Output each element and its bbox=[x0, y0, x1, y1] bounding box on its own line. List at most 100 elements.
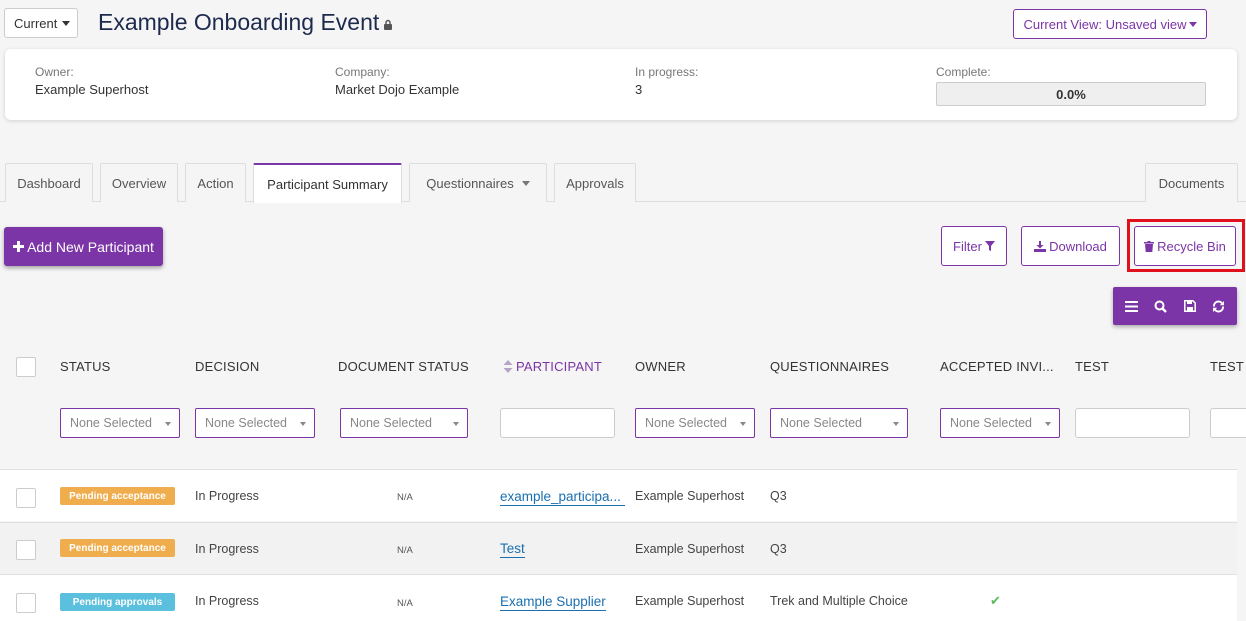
column-header-status[interactable]: STATUS bbox=[60, 359, 111, 374]
plus-icon bbox=[13, 241, 25, 252]
event-summary-card: Owner: Example Superhost Company: Market… bbox=[5, 49, 1237, 120]
sort-icon bbox=[503, 360, 513, 373]
participant-link[interactable]: Test bbox=[500, 541, 525, 558]
tab-participant-summary[interactable]: Participant Summary bbox=[253, 163, 402, 203]
tab-overview[interactable]: Overview bbox=[100, 163, 178, 202]
filter-button[interactable]: Filter bbox=[941, 226, 1007, 266]
chevron-down-icon bbox=[165, 422, 171, 426]
participant-filter-input[interactable] bbox=[500, 408, 615, 438]
column-header-test[interactable]: TEST bbox=[1075, 359, 1109, 374]
filter-placeholder: None Selected bbox=[70, 416, 153, 430]
lock-icon bbox=[384, 19, 393, 30]
column-header-accepted-invitation[interactable]: ACCEPTED INVI... bbox=[940, 359, 1054, 374]
complete-progress-bar: 0.0% bbox=[936, 82, 1206, 106]
document-status-cell: N/A bbox=[397, 598, 413, 609]
participant-link[interactable]: Example Supplier bbox=[500, 594, 606, 611]
current-view-label: Current View: Unsaved view bbox=[1023, 16, 1187, 32]
filter-label: Filter bbox=[953, 238, 982, 254]
tab-label: Approvals bbox=[566, 175, 624, 191]
chevron-down-icon bbox=[453, 422, 459, 426]
status-badge: Pending acceptance bbox=[60, 539, 175, 557]
column-header-decision[interactable]: DECISION bbox=[195, 359, 259, 374]
event-title: Example Onboarding Event bbox=[98, 9, 380, 35]
tab-action[interactable]: Action bbox=[185, 163, 246, 202]
tab-approvals[interactable]: Approvals bbox=[554, 163, 636, 202]
row-checkbox[interactable] bbox=[16, 540, 36, 560]
chevron-down-icon bbox=[1045, 422, 1051, 426]
owner-label: Owner: bbox=[35, 65, 74, 79]
table-row[interactable]: Pending acceptance In Progress N/A examp… bbox=[0, 469, 1237, 521]
questionnaires-cell: Q3 bbox=[770, 542, 787, 556]
table-row[interactable]: Pending acceptance In Progress N/A Test … bbox=[0, 522, 1237, 574]
participant-link[interactable]: example_participa... bbox=[500, 489, 625, 506]
tab-documents[interactable]: Documents bbox=[1145, 163, 1238, 202]
questionnaires-cell: Trek and Multiple Choice bbox=[770, 594, 908, 608]
download-button[interactable]: Download bbox=[1021, 226, 1120, 266]
owner-cell: Example Superhost bbox=[635, 594, 745, 608]
save-icon[interactable] bbox=[1178, 294, 1202, 318]
complete-summary: Complete: 0.0% bbox=[936, 65, 1206, 106]
add-participant-button[interactable]: Add New Participant bbox=[4, 227, 163, 266]
document-status-cell: N/A bbox=[397, 492, 413, 503]
company-label: Company: bbox=[335, 65, 390, 79]
column-header-owner[interactable]: OWNER bbox=[635, 359, 686, 374]
in-progress-value: 3 bbox=[635, 82, 643, 97]
menu-icon[interactable] bbox=[1120, 294, 1144, 318]
status-filter-dropdown[interactable]: None Selected bbox=[60, 408, 180, 438]
filter-placeholder: None Selected bbox=[350, 416, 433, 430]
grid-toolbar bbox=[1113, 287, 1237, 325]
search-icon[interactable] bbox=[1149, 294, 1173, 318]
filter-placeholder: None Selected bbox=[205, 416, 288, 430]
status-badge: Pending acceptance bbox=[60, 487, 175, 505]
column-header-document-status[interactable]: DOCUMENT STATUS bbox=[338, 359, 469, 374]
owner-cell: Example Superhost bbox=[635, 542, 745, 556]
tab-label: Dashboard bbox=[17, 175, 81, 191]
accepted-invitation-filter-dropdown[interactable]: None Selected bbox=[940, 408, 1060, 438]
in-progress-label: In progress: bbox=[635, 65, 699, 79]
filter-icon bbox=[984, 241, 995, 251]
questionnaires-filter-dropdown[interactable]: None Selected bbox=[770, 408, 908, 438]
in-progress-summary: In progress: 3 bbox=[635, 65, 698, 97]
recycle-bin-highlight bbox=[1127, 219, 1245, 272]
add-participant-label: Add New Participant bbox=[27, 238, 154, 255]
complete-value: 0.0% bbox=[1056, 86, 1086, 102]
tab-questionnaires[interactable]: Questionnaires bbox=[409, 163, 547, 202]
complete-label: Complete: bbox=[936, 65, 991, 79]
row-checkbox[interactable] bbox=[16, 488, 36, 508]
column-header-label: PARTICIPANT bbox=[516, 359, 602, 374]
column-header-questionnaires[interactable]: QUESTIONNAIRES bbox=[770, 359, 889, 374]
chevron-down-icon bbox=[740, 422, 746, 426]
filter-placeholder: None Selected bbox=[780, 416, 863, 430]
select-all-checkbox[interactable] bbox=[16, 357, 36, 377]
column-header-participant[interactable]: PARTICIPANT bbox=[503, 359, 602, 374]
company-value: Market Dojo Example bbox=[335, 82, 460, 97]
row-checkbox[interactable] bbox=[16, 593, 36, 613]
column-header-test-2[interactable]: TEST bbox=[1210, 359, 1244, 374]
tab-label: Overview bbox=[111, 175, 167, 191]
owner-value: Example Superhost bbox=[35, 82, 149, 97]
decision-filter-dropdown[interactable]: None Selected bbox=[195, 408, 315, 438]
owner-summary: Owner: Example Superhost bbox=[35, 65, 148, 97]
refresh-icon[interactable] bbox=[1207, 294, 1231, 318]
status-badge: Pending approvals bbox=[60, 593, 175, 611]
filter-placeholder: None Selected bbox=[645, 416, 728, 430]
company-summary: Company: Market Dojo Example bbox=[335, 65, 459, 97]
document-status-filter-dropdown[interactable]: None Selected bbox=[340, 408, 468, 438]
current-view-button[interactable]: Current View: Unsaved view bbox=[1013, 9, 1207, 39]
table-row[interactable]: Pending approvals In Progress N/A Exampl… bbox=[0, 574, 1237, 621]
chevron-down-icon bbox=[62, 20, 71, 26]
tab-dashboard[interactable]: Dashboard bbox=[5, 163, 93, 202]
test-filter-input[interactable] bbox=[1075, 408, 1190, 438]
accepted-check-icon: ✔ bbox=[990, 593, 1001, 608]
owner-filter-dropdown[interactable]: None Selected bbox=[635, 408, 755, 438]
chevron-down-icon bbox=[521, 180, 530, 186]
download-label: Download bbox=[1049, 238, 1107, 254]
test-2-filter-input[interactable] bbox=[1210, 408, 1246, 438]
decision-cell: In Progress bbox=[195, 542, 259, 556]
page: Current Example Onboarding Event Current… bbox=[0, 0, 1246, 621]
version-select[interactable]: Current bbox=[4, 8, 78, 38]
chevron-down-icon bbox=[893, 422, 899, 426]
filter-placeholder: None Selected bbox=[950, 416, 1033, 430]
decision-cell: In Progress bbox=[195, 489, 259, 503]
owner-cell: Example Superhost bbox=[635, 489, 745, 503]
